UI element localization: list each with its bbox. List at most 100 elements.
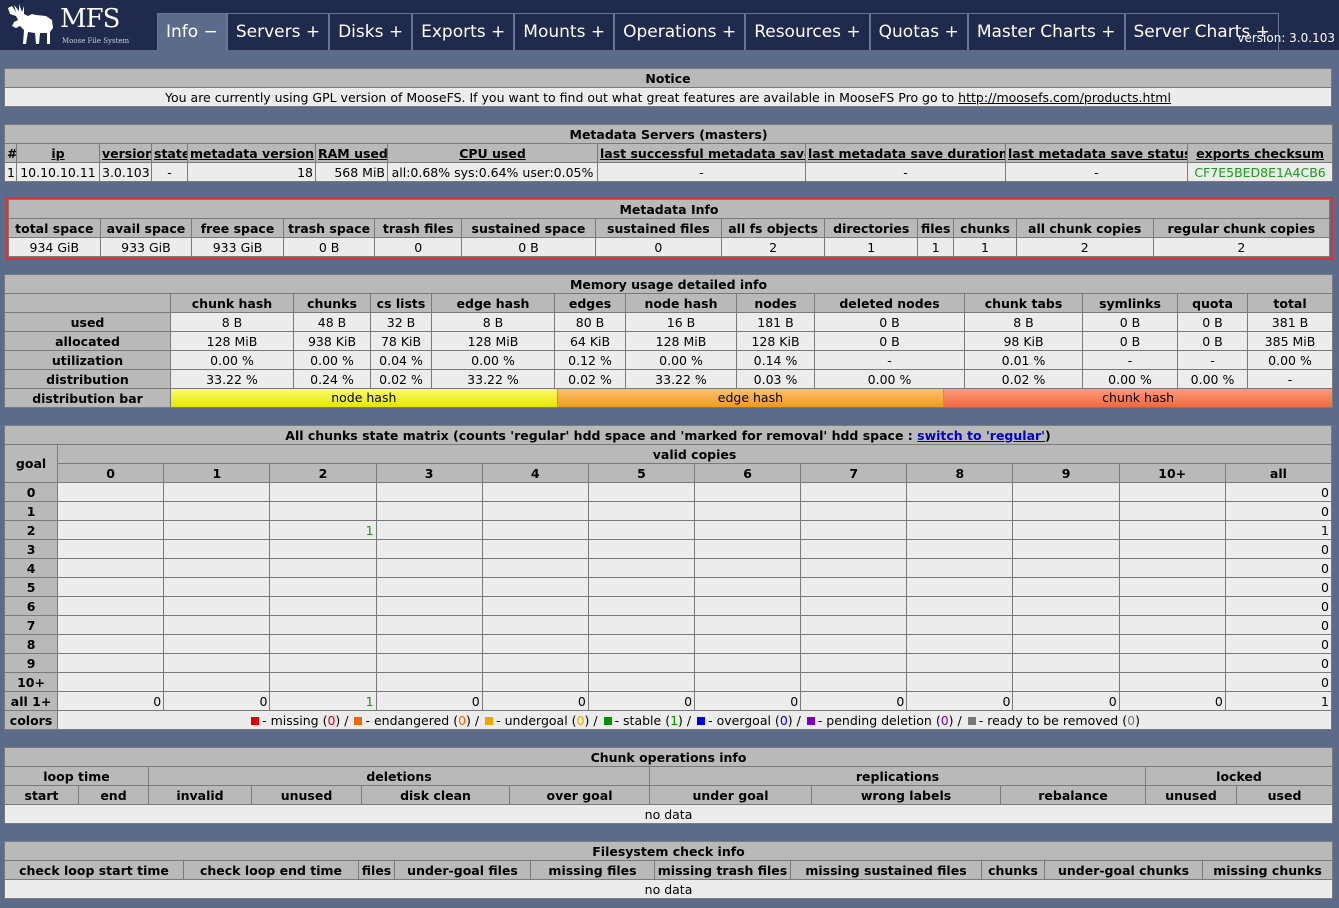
metadata-col-files: files [917,218,955,238]
matrix-cell [1118,653,1226,673]
masters-col-exports-checksum[interactable]: exports checksum [1186,143,1334,163]
memory-cell: 80 B [554,312,626,332]
matrix-cell [481,482,589,502]
legend-count: 0 [779,712,788,728]
memory-cell: 16 B [625,312,737,332]
memory-cell: 128 KiB [736,331,815,351]
matrix-row: 30 [3,539,1333,559]
matrix-cell [906,653,1014,673]
masters-cell-version: 3.0.103 [99,162,152,182]
metadata-cell-all-chunk-copies: 2 [1015,237,1154,257]
matrix-cell [694,596,802,616]
matrix-cell [269,539,377,559]
chunk-ops-table: Chunk operations info loop time deletion… [3,747,1334,824]
memory-cell: - [814,350,965,370]
matrix-cell [587,558,696,578]
memory-row-label: used [4,312,171,332]
memory-row-distribution: distribution 33.22 % 0.24 % 0.02 % 33.22 % 0.… [4,369,1334,389]
tab-info[interactable]: Info − [157,13,227,50]
memory-cell: 0.00 % [1177,369,1248,389]
products-link[interactable]: http://moosefs.com/products.html [958,90,1171,105]
matrix-cell [163,501,271,521]
matrix-cell [269,577,377,597]
masters-cell-ip: 10.10.10.11 [16,162,100,182]
matrix-title: All chunks state matrix (counts 'regular… [285,427,913,443]
matrix-cell: 0 [1012,691,1120,711]
masters-col-last-metadata-save-duration[interactable]: last metadata save duration [805,143,1006,163]
distribution-bar: node hash edge hash chunk hash [169,388,1334,408]
matrix-cell: 0 [1224,558,1333,578]
memory-cell: 0.04 % [370,350,432,370]
legend-swatch [354,717,363,725]
matrix-cell [269,596,377,616]
matrix-cell [1118,558,1226,578]
matrix-cell: 0 [1224,539,1333,559]
matrix-cell [269,482,377,502]
matrix-cell [800,482,908,502]
matrix-row: 40 [3,558,1333,578]
memory-title: Memory usage detailed info [3,274,1334,294]
matrix-cell [587,577,696,597]
matrix-cell [587,539,696,559]
chunk-ops-col-end: end [78,785,149,805]
matrix-cell [906,501,1014,521]
matrix-cell [57,482,165,502]
legend-count: 0 [458,712,467,728]
tab-mounts[interactable]: Mounts + [514,13,615,50]
switch-to-regular-link[interactable]: switch to 'regular' [917,428,1045,443]
legend-count: 0 [576,712,585,728]
matrix-row: 70 [3,615,1333,635]
metadata-col-sustained-files: sustained files [594,218,722,238]
matrix-cell: 0 [375,691,483,711]
metadata-col-regular-chunk-copies: regular chunk copies [1152,218,1331,238]
metadata-col-total-space: total space [8,218,101,238]
tab-operations[interactable]: Operations + [614,13,746,50]
tab-resources[interactable]: Resources + [745,13,870,50]
tab-exports[interactable]: Exports + [412,13,515,50]
tab-master-charts[interactable]: Master Charts + [967,13,1125,50]
memory-cell: 8 B [431,312,555,332]
matrix-cell [800,558,908,578]
masters-col-version[interactable]: version [99,143,152,163]
tab-disks[interactable]: Disks + [329,13,413,50]
masters-col-last-metadata-save-status[interactable]: last metadata save status [1005,143,1188,163]
matrix-row: 60 [3,596,1333,616]
masters-col-cpu-used[interactable]: CPU used [387,143,598,163]
masters-col-ip[interactable]: ip [16,143,100,163]
masters-col-state[interactable]: state [151,143,188,163]
matrix-cell: 0 [1224,672,1333,692]
tab-servers[interactable]: Servers + [226,13,330,50]
masters-col-ram-used[interactable]: RAM used [315,143,388,163]
memory-col-blank [4,293,171,313]
fs-check-col-files: files [358,860,395,880]
masters-col-last-successful-metadata-save[interactable]: last successful metadata save [597,143,806,163]
matrix-cell [1012,501,1120,521]
matrix-goal-label: 10+ [3,672,59,692]
matrix-cell [1118,672,1226,692]
metadata-cell-trash-space: 0 B [282,237,376,257]
fs-check-col-chunks: chunks [981,860,1045,880]
matrix-cell [800,653,908,673]
masters-col-blank: # [4,143,17,163]
matrix-cell [694,482,802,502]
matrix-cell [587,520,696,540]
matrix-cell [906,596,1014,616]
matrix-row: 10 [3,501,1333,521]
matrix-cell [163,672,271,692]
matrix-cell [906,672,1014,692]
fs-check-col-missing-chunks: missing chunks [1201,860,1334,880]
matrix-cell [163,539,271,559]
masters-col-metadata-version[interactable]: metadata version [187,143,316,163]
metadata-cell-files: 1 [917,237,955,257]
matrix-cell: 0 [481,691,589,711]
matrix-cell [694,577,802,597]
matrix-cell [694,520,802,540]
memory-row-label: utilization [4,350,171,370]
tab-quotas[interactable]: Quotas + [869,13,968,50]
mfs-logo[interactable]: MFS Moose File System [6,2,136,48]
matrix-col-3: 3 [375,463,483,483]
memory-cell: 0.00 % [814,369,965,389]
memory-cell: 128 MiB [170,331,294,351]
matrix-cell: 0 [1224,501,1333,521]
matrix-cell: 0 [1224,653,1333,673]
